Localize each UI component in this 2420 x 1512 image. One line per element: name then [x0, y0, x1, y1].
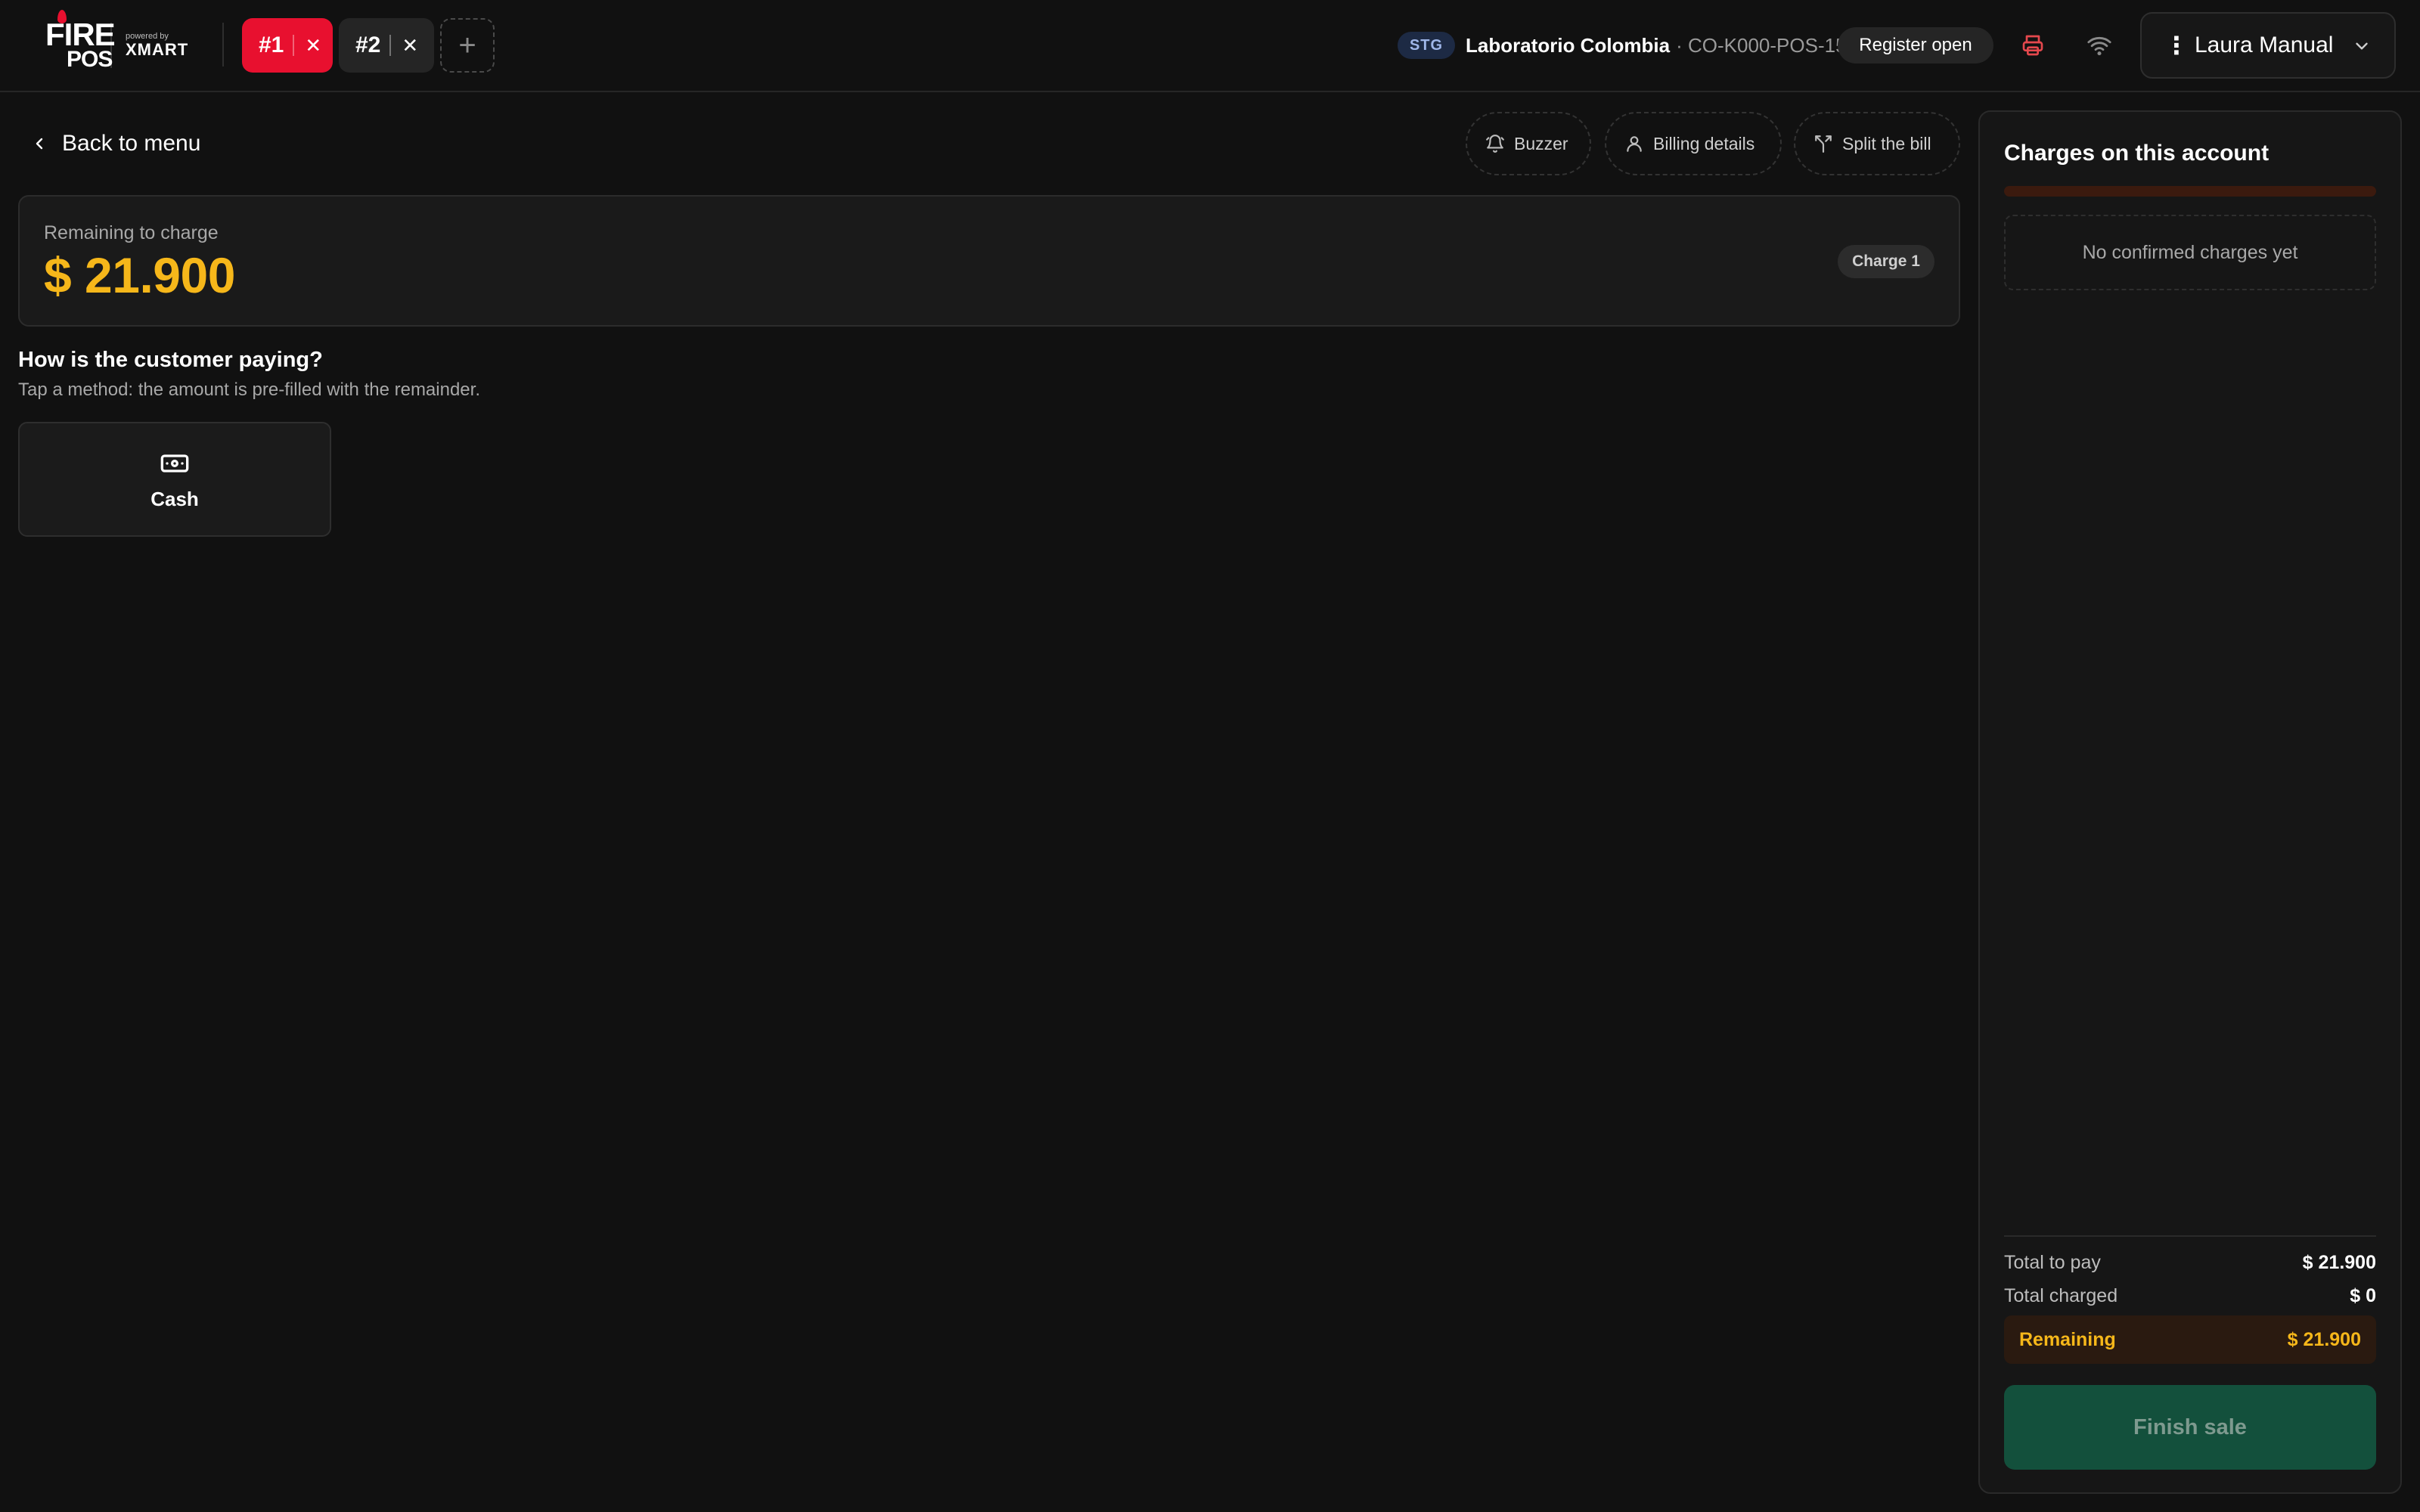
- split-icon: [1815, 135, 1832, 153]
- top-bar: FIRE POS powered by XMART #1 ✕ #2 ✕ + ST…: [0, 0, 2420, 92]
- buzzer-label: Buzzer: [1514, 133, 1568, 153]
- remaining-label: Remaining to charge: [44, 222, 219, 243]
- close-icon[interactable]: ✕: [402, 34, 418, 57]
- logo-pos-text: POS: [67, 47, 113, 72]
- payment-question-subtitle: Tap a method: the amount is pre-filled w…: [18, 380, 480, 400]
- order-tab-label: #1: [259, 33, 284, 57]
- remaining-amount: $ 21.900: [44, 247, 235, 303]
- order-tab-label: #2: [355, 33, 381, 57]
- environment-badge: STG: [1398, 32, 1455, 59]
- back-to-menu-link[interactable]: Back to menu: [30, 127, 200, 160]
- charged-progress-bar: [2004, 186, 2376, 197]
- billing-label: Billing details: [1653, 133, 1755, 153]
- store-code: · CO-K000-POS-15: [1676, 33, 1847, 57]
- charges-panel: Charges on this account No confirmed cha…: [1978, 110, 2402, 1494]
- total-charged-row: Total charged $ 0: [2004, 1285, 2376, 1307]
- order-tab-1[interactable]: #1 ✕: [242, 18, 333, 73]
- printer-icon[interactable]: [2015, 27, 2051, 64]
- tab-divider: [293, 35, 295, 56]
- total-charged-label: Total charged: [2004, 1285, 2118, 1306]
- remaining-summary-value: $ 21.900: [2287, 1328, 2361, 1350]
- user-name: Laura Manual: [2195, 33, 2334, 57]
- user-icon: [1627, 136, 1642, 152]
- split-label: Split the bill: [1842, 133, 1931, 153]
- powered-by: powered by XMART: [126, 32, 188, 59]
- split-bill-button[interactable]: Split the bill: [1794, 112, 1960, 175]
- total-charged-value: $ 0: [2350, 1285, 2376, 1306]
- summary-divider: [2004, 1235, 2376, 1237]
- empty-charges-box: No confirmed charges yet: [2004, 215, 2376, 290]
- payment-question-title: How is the customer paying?: [18, 348, 323, 372]
- cash-icon: [160, 454, 189, 472]
- partner-name: XMART: [126, 40, 189, 59]
- chevron-left-icon: [36, 138, 43, 150]
- charges-panel-title: Charges on this account: [2004, 141, 2270, 166]
- chevron-down-icon: [2356, 42, 2368, 50]
- charge-badge: Charge 1: [1838, 245, 1934, 278]
- flame-icon: [57, 10, 67, 23]
- buzzer-button[interactable]: Buzzer: [1466, 112, 1591, 175]
- order-tab-2[interactable]: #2 ✕: [339, 18, 434, 73]
- wifi-icon[interactable]: [2081, 27, 2118, 64]
- back-label: Back to menu: [62, 131, 201, 156]
- add-tab-button[interactable]: +: [440, 18, 495, 73]
- tab-divider: [389, 35, 392, 56]
- remaining-summary: Remaining $ 21.900: [2004, 1315, 2376, 1364]
- total-to-pay-row: Total to pay $ 21.900: [2004, 1252, 2376, 1274]
- bell-icon: [1486, 135, 1504, 153]
- remaining-to-charge-card: Remaining to charge $ 21.900 Charge 1: [18, 195, 1960, 327]
- total-to-pay-label: Total to pay: [2004, 1252, 2101, 1273]
- close-icon[interactable]: ✕: [305, 34, 321, 57]
- finish-sale-button[interactable]: Finish sale: [2004, 1385, 2376, 1470]
- remaining-summary-label: Remaining: [2019, 1328, 2116, 1350]
- logo-wordmark: FIRE POS: [45, 10, 116, 72]
- payment-method-cash[interactable]: Cash: [18, 422, 331, 537]
- more-vertical-icon: ⋮: [2164, 32, 2189, 59]
- firepos-logo: FIRE POS powered by XMART: [45, 10, 189, 74]
- store-info: Laboratorio Colombia · CO-K000-POS-15: [1466, 32, 1847, 59]
- header-divider: [222, 23, 224, 67]
- billing-details-button[interactable]: Billing details: [1605, 112, 1782, 175]
- store-name: Laboratorio Colombia: [1466, 33, 1671, 57]
- plus-icon: +: [458, 28, 476, 62]
- user-menu[interactable]: ⋮ Laura Manual: [2140, 12, 2396, 79]
- empty-charges-text: No confirmed charges yet: [2082, 241, 2298, 263]
- register-status-button[interactable]: Register open: [1838, 27, 1993, 64]
- total-to-pay-value: $ 21.900: [2302, 1252, 2376, 1273]
- payment-method-label: Cash: [150, 487, 199, 510]
